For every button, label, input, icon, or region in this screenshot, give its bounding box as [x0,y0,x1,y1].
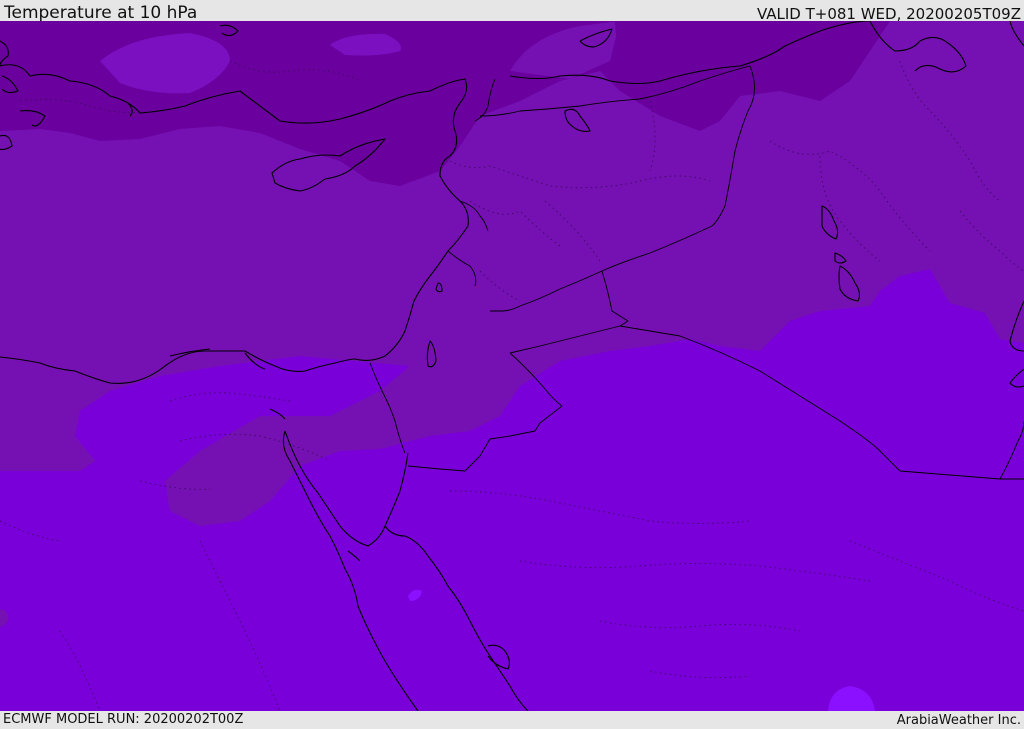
map-title: Temperature at 10 hPa [4,3,198,23]
weather-map [0,21,1024,711]
temperature-map-svg [0,21,1024,711]
header-bar: Temperature at 10 hPa VALID T+081 WED, 2… [0,0,1024,23]
model-run-label: ECMWF MODEL RUN: 20200202T00Z [3,712,244,727]
credit-label: ArabiaWeather Inc. [896,713,1021,728]
footer-bar: ECMWF MODEL RUN: 20200202T00Z ArabiaWeat… [0,711,1024,729]
